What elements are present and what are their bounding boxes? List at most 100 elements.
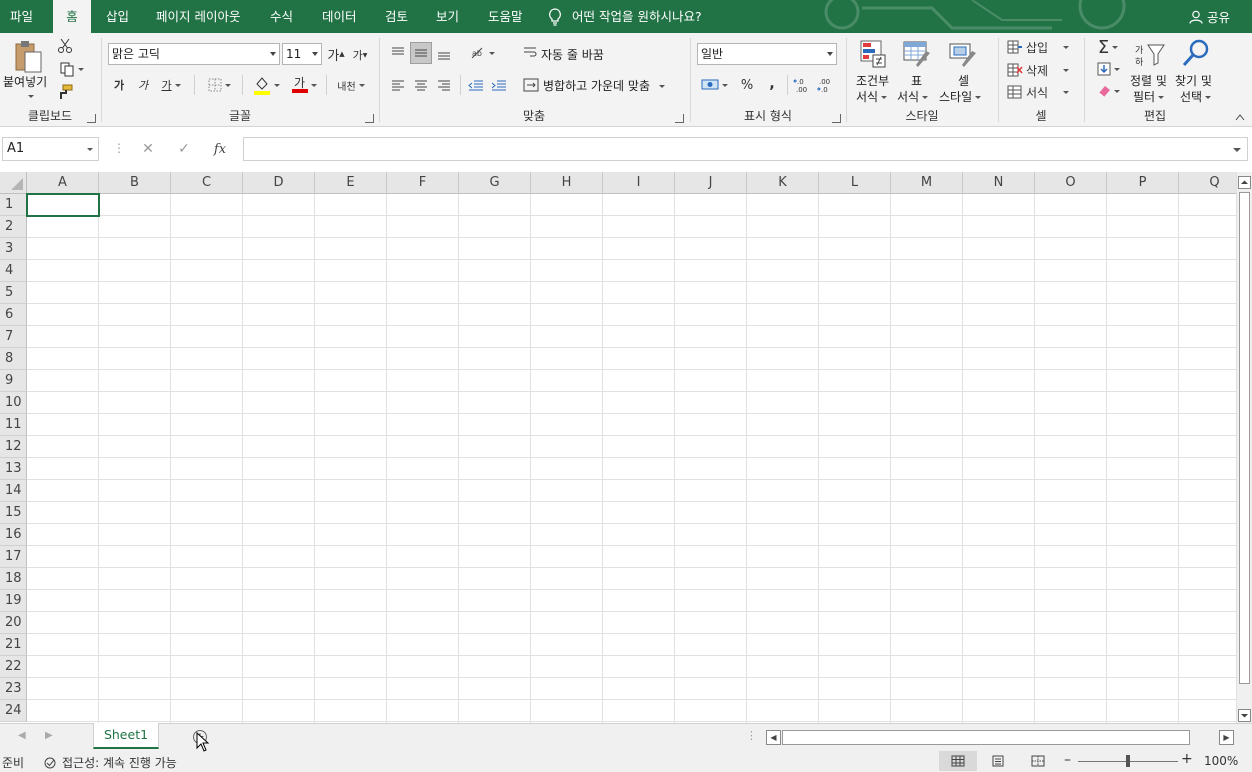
column-header-p[interactable]: P xyxy=(1107,172,1179,194)
format-as-table-label-2[interactable]: 서식 xyxy=(897,88,929,105)
sort-filter-label-2[interactable]: 필터 xyxy=(1133,88,1165,105)
tell-me-search[interactable]: 어떤 작업을 원하시나요? xyxy=(548,0,702,33)
tab-home[interactable]: 홈 xyxy=(53,0,91,33)
horizontal-scrollbar[interactable]: ◀ ▶ xyxy=(766,730,1234,745)
find-select-icon[interactable] xyxy=(1179,37,1213,69)
bold-button[interactable]: 가 xyxy=(110,76,128,94)
row-header-5[interactable]: 5 xyxy=(0,282,27,304)
collapse-ribbon-icon[interactable] xyxy=(1233,111,1247,123)
row-header-24[interactable]: 24 xyxy=(0,700,27,722)
merge-center-label[interactable]: 병합하고 가운데 맞춤 xyxy=(543,77,665,94)
sheet-tab-sheet1[interactable]: Sheet1 xyxy=(93,723,159,749)
paste-label[interactable]: 붙여넣기 xyxy=(3,73,47,90)
column-header-k[interactable]: K xyxy=(747,172,819,194)
cancel-icon[interactable]: ✕ xyxy=(130,141,166,157)
cell-styles-icon[interactable] xyxy=(947,38,979,70)
scroll-up-button[interactable] xyxy=(1238,176,1251,189)
row-header-19[interactable]: 19 xyxy=(0,590,27,612)
active-cell[interactable] xyxy=(26,193,100,217)
fill-icon[interactable] xyxy=(1091,60,1125,78)
vertical-scroll-thumb[interactable] xyxy=(1239,192,1250,684)
font-color-icon[interactable]: 가 xyxy=(288,74,320,96)
clear-icon[interactable] xyxy=(1091,82,1125,100)
row-header-18[interactable]: 18 xyxy=(0,568,27,590)
row-header-2[interactable]: 2 xyxy=(0,216,27,238)
format-as-table-label-1[interactable]: 표 xyxy=(911,72,922,89)
fill-color-icon[interactable] xyxy=(250,74,282,96)
column-header-l[interactable]: L xyxy=(819,172,891,194)
column-header-m[interactable]: M xyxy=(891,172,963,194)
align-center-icon[interactable] xyxy=(411,75,431,95)
align-middle-icon[interactable] xyxy=(410,42,432,64)
orientation-icon[interactable]: ab xyxy=(466,43,498,63)
tab-split-grip[interactable]: ⋮ xyxy=(746,729,757,742)
conditional-formatting-label-2[interactable]: 서식 xyxy=(856,88,888,105)
shrink-font-icon[interactable]: 가 ▼ xyxy=(352,47,368,63)
row-header-23[interactable]: 23 xyxy=(0,678,27,700)
insert-function-icon[interactable]: fx xyxy=(202,142,238,157)
vertical-scrollbar[interactable] xyxy=(1236,172,1252,723)
percent-button[interactable]: % xyxy=(737,76,757,94)
phonetic-guide-icon[interactable]: 내천 xyxy=(334,76,368,94)
cell-area[interactable] xyxy=(27,194,1236,723)
cell-styles-label-2[interactable]: 스타일 xyxy=(939,88,982,105)
page-break-view-button[interactable] xyxy=(1019,751,1057,771)
sort-filter-label-1[interactable]: 정렬 및 xyxy=(1130,72,1167,89)
scroll-down-button[interactable] xyxy=(1238,709,1251,722)
row-header-13[interactable]: 13 xyxy=(0,458,27,480)
underline-button[interactable]: 가 xyxy=(158,76,184,94)
increase-decimal-icon[interactable]: .0.00 xyxy=(792,75,812,95)
tab-data[interactable]: 데이터 xyxy=(312,0,367,33)
find-select-label-1[interactable]: 찾기 및 xyxy=(1175,72,1212,89)
column-header-a[interactable]: A xyxy=(27,172,99,194)
column-header-b[interactable]: B xyxy=(99,172,171,194)
merge-center-icon[interactable] xyxy=(522,75,540,95)
sort-filter-icon[interactable]: 가하 xyxy=(1133,39,1167,71)
column-header-i[interactable]: I xyxy=(603,172,675,194)
column-header-d[interactable]: D xyxy=(243,172,315,194)
horizontal-scroll-thumb[interactable] xyxy=(782,730,1190,745)
wrap-text-label[interactable]: 자동 줄 바꿈 xyxy=(541,46,604,63)
delete-cells-button[interactable]: 삭제 xyxy=(1007,61,1079,79)
column-header-e[interactable]: E xyxy=(315,172,387,194)
wrap-text-icon[interactable] xyxy=(522,43,538,61)
zoom-level[interactable]: 100% xyxy=(1204,754,1238,768)
cell-styles-label-1[interactable]: 셀 xyxy=(958,72,969,89)
row-header-11[interactable]: 11 xyxy=(0,414,27,436)
copy-icon[interactable] xyxy=(56,60,86,78)
tab-review[interactable]: 검토 xyxy=(375,0,418,33)
format-cells-button[interactable]: 서식 xyxy=(1007,83,1079,101)
accounting-format-icon[interactable] xyxy=(698,76,730,94)
scroll-left-button[interactable]: ◀ xyxy=(766,730,781,745)
paste-icon[interactable] xyxy=(12,39,44,75)
row-header-14[interactable]: 14 xyxy=(0,480,27,502)
clipboard-launcher-icon[interactable] xyxy=(87,114,96,123)
enter-icon[interactable]: ✓ xyxy=(166,141,202,157)
row-header-22[interactable]: 22 xyxy=(0,656,27,678)
autosum-icon[interactable]: Σ xyxy=(1091,37,1125,58)
row-header-3[interactable]: 3 xyxy=(0,238,27,260)
row-header-4[interactable]: 4 xyxy=(0,260,27,282)
conditional-formatting-icon[interactable] xyxy=(857,38,889,70)
find-select-label-2[interactable]: 선택 xyxy=(1180,88,1212,105)
align-right-icon[interactable] xyxy=(434,75,454,95)
tab-view[interactable]: 보기 xyxy=(426,0,469,33)
column-header-o[interactable]: O xyxy=(1035,172,1107,194)
tab-help[interactable]: 도움말 xyxy=(478,0,533,33)
format-painter-icon[interactable] xyxy=(56,83,74,101)
tab-page-layout[interactable]: 페이지 레이아웃 xyxy=(146,0,250,33)
column-header-g[interactable]: G xyxy=(459,172,531,194)
accessibility-status[interactable]: 접근성: 계속 진행 가능 xyxy=(43,754,177,771)
zoom-slider-thumb[interactable] xyxy=(1126,755,1130,767)
share-button[interactable]: 공유 xyxy=(1189,0,1230,33)
scroll-right-button[interactable]: ▶ xyxy=(1219,730,1234,745)
sheet-prev-icon[interactable]: ◀ xyxy=(18,730,26,741)
select-all-button[interactable] xyxy=(0,172,27,194)
name-box[interactable]: A1 xyxy=(2,137,99,161)
borders-icon[interactable] xyxy=(203,76,235,94)
row-header-10[interactable]: 10 xyxy=(0,392,27,414)
row-header-8[interactable]: 8 xyxy=(0,348,27,370)
page-layout-view-button[interactable] xyxy=(979,751,1017,771)
row-header-16[interactable]: 16 xyxy=(0,524,27,546)
grow-font-icon[interactable]: 가 ▲ xyxy=(327,45,344,64)
